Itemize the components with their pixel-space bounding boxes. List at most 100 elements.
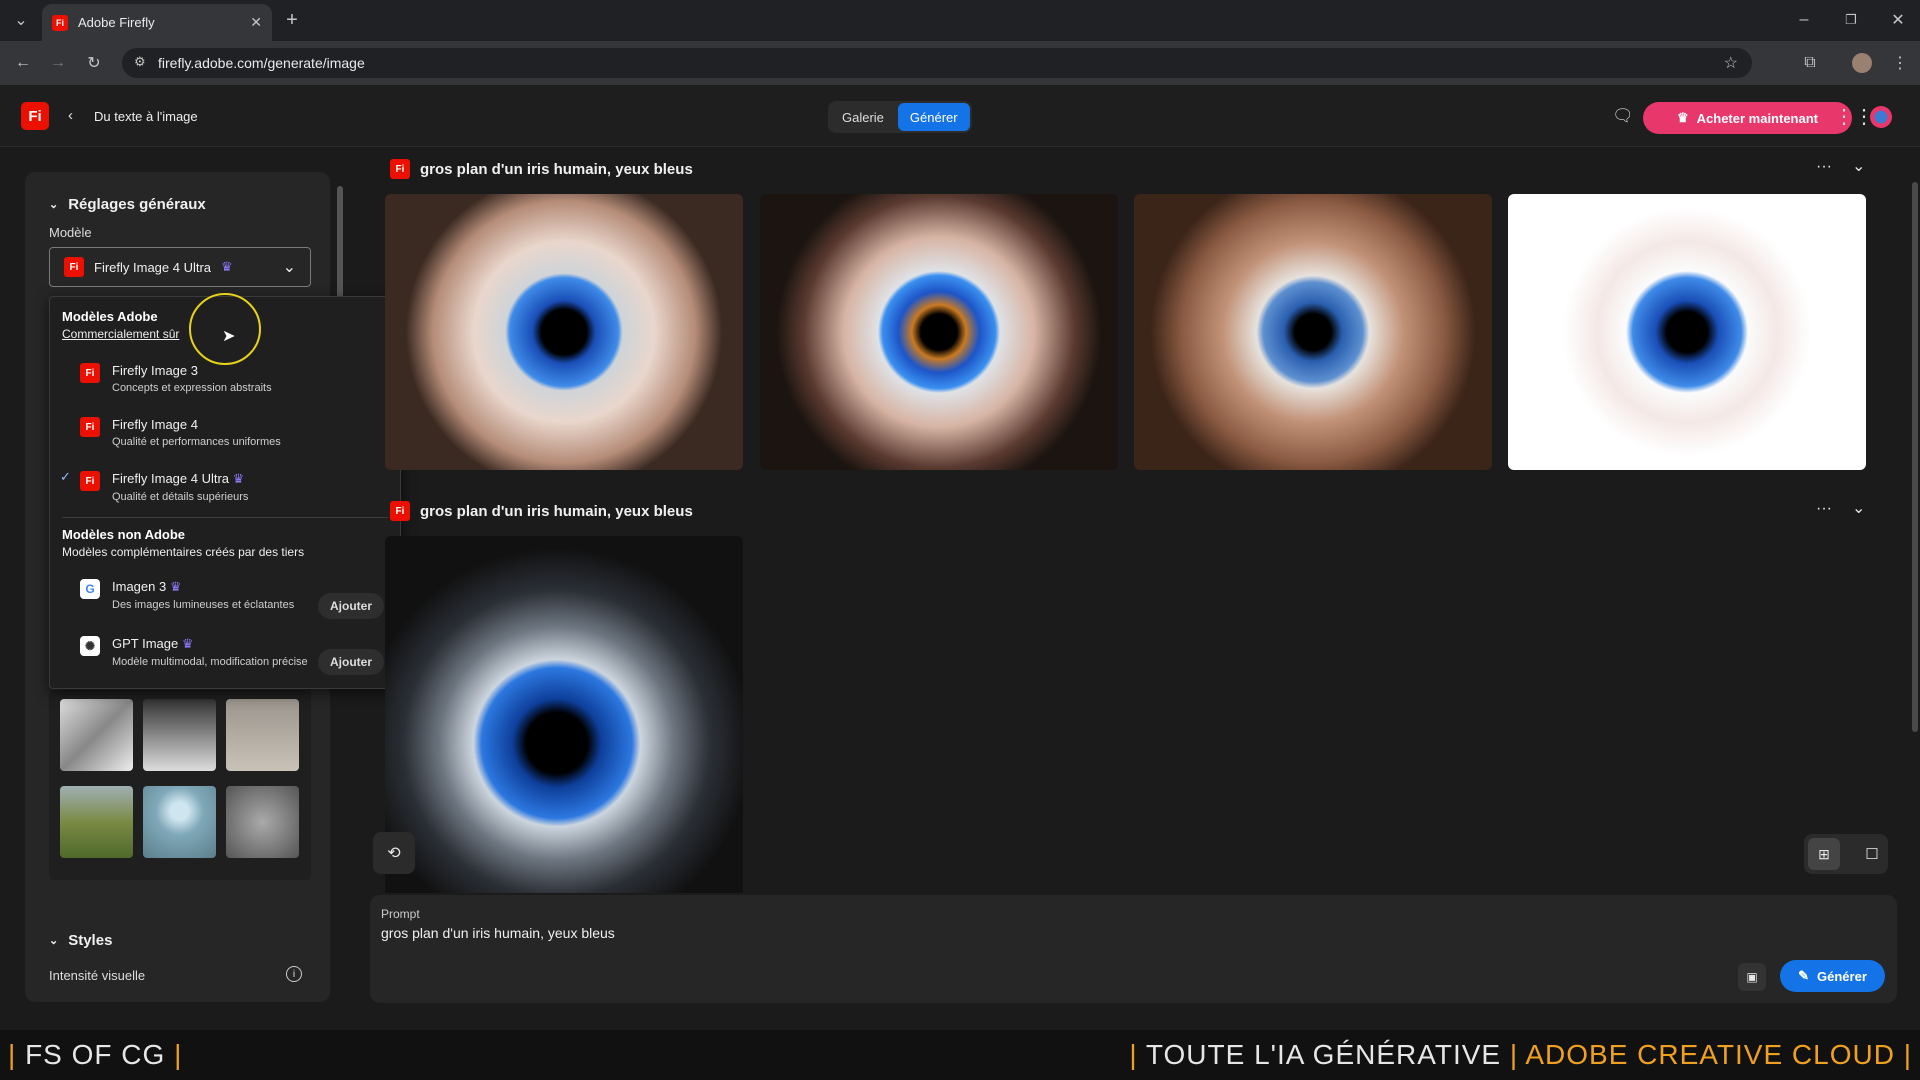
close-tab-icon[interactable]: ✕ <box>250 14 262 31</box>
chevron-down-icon: ⌄ <box>49 935 59 947</box>
model-desc: Des images lumineuses et éclatantes <box>112 599 295 611</box>
premium-crown-icon: ♛ <box>232 471 245 486</box>
general-settings-header[interactable]: ⌄ Réglages généraux <box>49 196 206 213</box>
tab-galerie[interactable]: Galerie <box>830 103 896 131</box>
model-select[interactable]: Fi Firefly Image 4 Ultra ♛ ⌄ <box>49 247 311 287</box>
minimize-icon[interactable]: – <box>1790 6 1818 34</box>
generated-image-3[interactable] <box>1134 194 1492 470</box>
new-tab-icon[interactable]: + <box>278 6 306 34</box>
apps-grid-icon[interactable]: ⋮⋮ <box>1834 104 1874 129</box>
firefly-model-icon: Fi <box>80 417 100 437</box>
model-name: Firefly Image 4 <box>112 417 198 432</box>
chevron-down-icon: ⌄ <box>49 199 59 211</box>
model-desc: Qualité et performances uniformes <box>112 436 281 448</box>
browser-menu-icon[interactable]: ⋮ <box>1886 49 1914 77</box>
add-gpt-image-button[interactable]: Ajouter <box>318 649 384 675</box>
model-option-gpt-image[interactable]: ✺ GPT Image ♛ Modèle multimodal, modific… <box>80 636 308 668</box>
firefly-model-icon: Fi <box>80 363 100 383</box>
info-icon[interactable]: i <box>286 966 302 982</box>
profile-avatar[interactable] <box>1852 53 1872 73</box>
model-selected-value: Firefly Image 4 Ultra <box>94 259 212 275</box>
premium-crown-icon: ♛ <box>221 259 233 274</box>
prompt-bar: Prompt gros plan d'un iris humain, yeux … <box>370 895 1897 1003</box>
close-window-icon[interactable]: ✕ <box>1884 6 1912 34</box>
gallery-scrollbar[interactable] <box>1912 182 1918 732</box>
chevron-left-icon[interactable]: ‹ <box>68 107 73 124</box>
back-to-text-to-image[interactable]: Du texte à l'image <box>94 109 198 124</box>
model-name: Firefly Image 4 Ultra <box>112 471 230 486</box>
model-desc: Qualité et détails supérieurs <box>112 491 249 503</box>
non-adobe-models-header: Modèles non Adobe <box>62 527 186 542</box>
forward-icon[interactable]: → <box>44 49 72 77</box>
general-settings-title: Réglages généraux <box>68 196 206 213</box>
firefly-model-icon: Fi <box>80 471 100 491</box>
image-reference-icon[interactable]: ▣ <box>1738 963 1766 991</box>
prompt-input[interactable]: gros plan d'un iris humain, yeux bleus <box>381 925 1681 941</box>
tab-list-icon[interactable]: ⌄ <box>7 6 35 34</box>
more-options-icon[interactable]: ··· <box>1816 158 1832 176</box>
site-info-icon[interactable]: ⚙ <box>134 54 146 70</box>
generated-image-5[interactable] <box>385 536 743 893</box>
user-avatar[interactable] <box>1870 106 1892 128</box>
history-icon[interactable]: ⟲ <box>373 832 415 874</box>
model-name: Firefly Image 3 <box>112 363 198 378</box>
generation-row-2-title: Fi gros plan d'un iris humain, yeux bleu… <box>390 501 693 521</box>
adobe-models-header: Modèles Adobe <box>62 309 158 324</box>
add-imagen-button[interactable]: Ajouter <box>318 593 384 619</box>
feedback-icon[interactable]: 🗨 <box>1612 106 1634 126</box>
chevron-down-icon[interactable]: ⌄ <box>1852 498 1865 518</box>
grid-view-icon[interactable]: ⊞ <box>1808 838 1840 870</box>
thumb-sphere[interactable] <box>143 786 216 858</box>
generation-row-1-title: Fi gros plan d'un iris humain, yeux bleu… <box>390 159 693 179</box>
chevron-down-icon[interactable]: ⌄ <box>1852 156 1865 176</box>
firefly-logo[interactable]: Fi <box>21 102 49 130</box>
checkmark-icon: ✓ <box>60 469 71 484</box>
generate-sparkle-icon: ✎ <box>1798 968 1810 983</box>
generated-image-1[interactable] <box>385 194 743 470</box>
url-text: firefly.adobe.com/generate/image <box>158 55 365 71</box>
commercially-safe-link[interactable]: Commercialement sûr <box>62 327 179 341</box>
model-option-firefly-image-3[interactable]: Fi Firefly Image 3 Concepts et expressio… <box>80 363 272 394</box>
reload-icon[interactable]: ↻ <box>80 49 108 77</box>
thumb-road[interactable] <box>60 786 133 858</box>
tab-generer[interactable]: Générer <box>897 103 970 131</box>
extensions-icon[interactable]: ⧉ <box>1796 49 1824 77</box>
firefly-favicon-icon: Fi <box>52 14 68 31</box>
row-prompt: gros plan d'un iris humain, yeux bleus <box>420 160 693 178</box>
thumb-interior[interactable] <box>226 699 299 771</box>
thumb-sketch-bird[interactable] <box>60 699 133 771</box>
restore-icon[interactable]: ❐ <box>1837 6 1865 34</box>
model-desc: Concepts et expression abstraits <box>112 382 272 394</box>
styles-title: Styles <box>68 932 113 949</box>
back-icon[interactable]: ← <box>9 49 37 77</box>
bookmark-star-icon[interactable]: ☆ <box>1724 53 1738 73</box>
url-field[interactable]: ⚙ firefly.adobe.com/generate/image ☆ <box>122 48 1752 78</box>
generated-image-2[interactable] <box>760 194 1118 470</box>
model-option-firefly-image-4-ultra[interactable]: Fi Firefly Image 4 Ultra ♛ Qualité et dé… <box>80 471 248 503</box>
model-option-firefly-image-4[interactable]: Fi Firefly Image 4 Qualité et performanc… <box>80 417 281 448</box>
model-option-imagen-3[interactable]: G Imagen 3 ♛ Des images lumineuses et éc… <box>80 579 294 611</box>
browser-tab[interactable]: Fi Adobe Firefly ✕ <box>42 4 272 41</box>
firefly-model-icon: Fi <box>390 501 410 521</box>
premium-crown-icon: ♛ <box>169 579 182 594</box>
banner-left: | FS OF CG | <box>8 1039 183 1070</box>
thumb-owl[interactable] <box>226 786 299 858</box>
banner-right: | TOUTE L'IA GÉNÉRATIVE | ADOBE CREATIVE… <box>1129 1039 1912 1070</box>
banner-right-text-1: TOUTE L'IA GÉNÉRATIVE <box>1145 1039 1502 1070</box>
tab-title: Adobe Firefly <box>78 15 155 30</box>
more-options-icon[interactable]: ··· <box>1816 500 1832 518</box>
generated-image-4[interactable] <box>1508 194 1866 470</box>
single-view-icon[interactable]: ☐ <box>1858 838 1886 870</box>
video-banner: | FS OF CG | | TOUTE L'IA GÉNÉRATIVE | A… <box>0 1030 1920 1080</box>
browser-tab-bar: ⌄ Fi Adobe Firefly ✕ + – ❐ ✕ <box>0 0 1920 41</box>
premium-crown-icon: ♛ <box>181 636 194 651</box>
row-prompt: gros plan d'un iris humain, yeux bleus <box>420 502 693 520</box>
generate-label: Générer <box>1817 968 1867 984</box>
styles-header[interactable]: ⌄ Styles <box>49 932 112 949</box>
openai-icon: ✺ <box>80 636 100 656</box>
generate-button[interactable]: ✎ Générer <box>1780 960 1885 992</box>
crown-icon: ♛ <box>1676 110 1689 125</box>
buy-now-button[interactable]: ♛ Acheter maintenant <box>1643 102 1852 134</box>
thumb-landscape-bw[interactable] <box>143 699 216 771</box>
prompt-label: Prompt <box>381 907 420 921</box>
